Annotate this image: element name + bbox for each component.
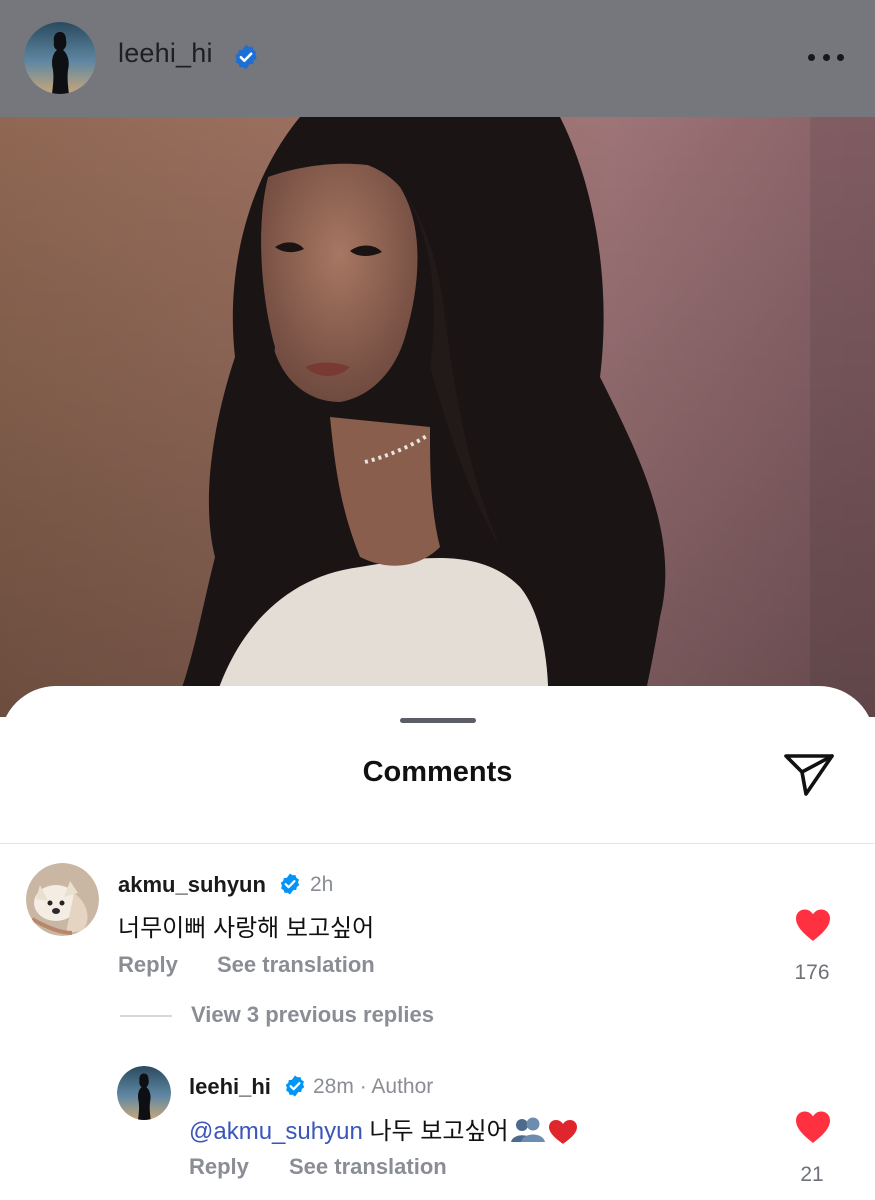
heart-icon[interactable] [794, 1110, 832, 1149]
post-username[interactable]: leehi_hi [118, 38, 213, 69]
like-count: 176 [794, 961, 830, 984]
reply-avatar[interactable] [117, 1066, 171, 1120]
reply-text-body: 나두 보고싶어 [362, 1118, 509, 1145]
verified-badge-icon [278, 872, 302, 901]
commenter-avatar[interactable] [26, 863, 99, 936]
profile-avatar[interactable] [24, 22, 96, 94]
post-photo[interactable] [0, 117, 875, 717]
reply-username[interactable]: leehi_hi [189, 1074, 271, 1100]
meta-separator: · [359, 1075, 367, 1098]
more-options-button[interactable] [804, 44, 848, 70]
mention-link[interactable]: @akmu_suhyun [189, 1118, 363, 1145]
comment-username[interactable]: akmu_suhyun [118, 872, 266, 898]
sheet-title: Comments [362, 756, 513, 788]
view-previous-replies-button[interactable]: View 3 previous replies [191, 1002, 434, 1028]
reply-button[interactable]: Reply [189, 1154, 249, 1180]
reply-emojis [509, 1117, 579, 1145]
heart-icon[interactable] [794, 908, 832, 947]
comments-sheet: Comments akmu_suhyun 2h 너무이뻐 사랑해 보고싶어 Re… [0, 686, 875, 1200]
see-translation-button[interactable]: See translation [217, 952, 375, 978]
post-header: leehi_hi [0, 0, 875, 117]
see-translation-button[interactable]: See translation [289, 1154, 447, 1180]
replies-divider [120, 1015, 172, 1017]
like-count: 21 [800, 1163, 824, 1186]
emoji-icon [510, 1117, 577, 1144]
author-label: Author [371, 1075, 434, 1098]
more-horizontal-icon [808, 53, 815, 61]
verified-badge-icon [283, 1074, 307, 1103]
sheet-drag-handle[interactable] [400, 718, 476, 723]
reply-button[interactable]: Reply [118, 952, 178, 978]
paper-plane-icon[interactable] [782, 748, 836, 798]
comment-text: 너무이뻐 사랑해 보고싶어 [118, 915, 375, 942]
comment-time: 2h [310, 873, 334, 896]
more-dot [822, 53, 830, 61]
more-dot [837, 53, 844, 61]
reply-text: @akmu_suhyun 나두 보고싶어 [189, 1111, 579, 1146]
sheet-divider [0, 843, 875, 844]
reply-time: 28m [313, 1075, 354, 1098]
verified-badge-icon [232, 43, 260, 76]
reply-meta: 28m · Author [313, 1075, 433, 1099]
